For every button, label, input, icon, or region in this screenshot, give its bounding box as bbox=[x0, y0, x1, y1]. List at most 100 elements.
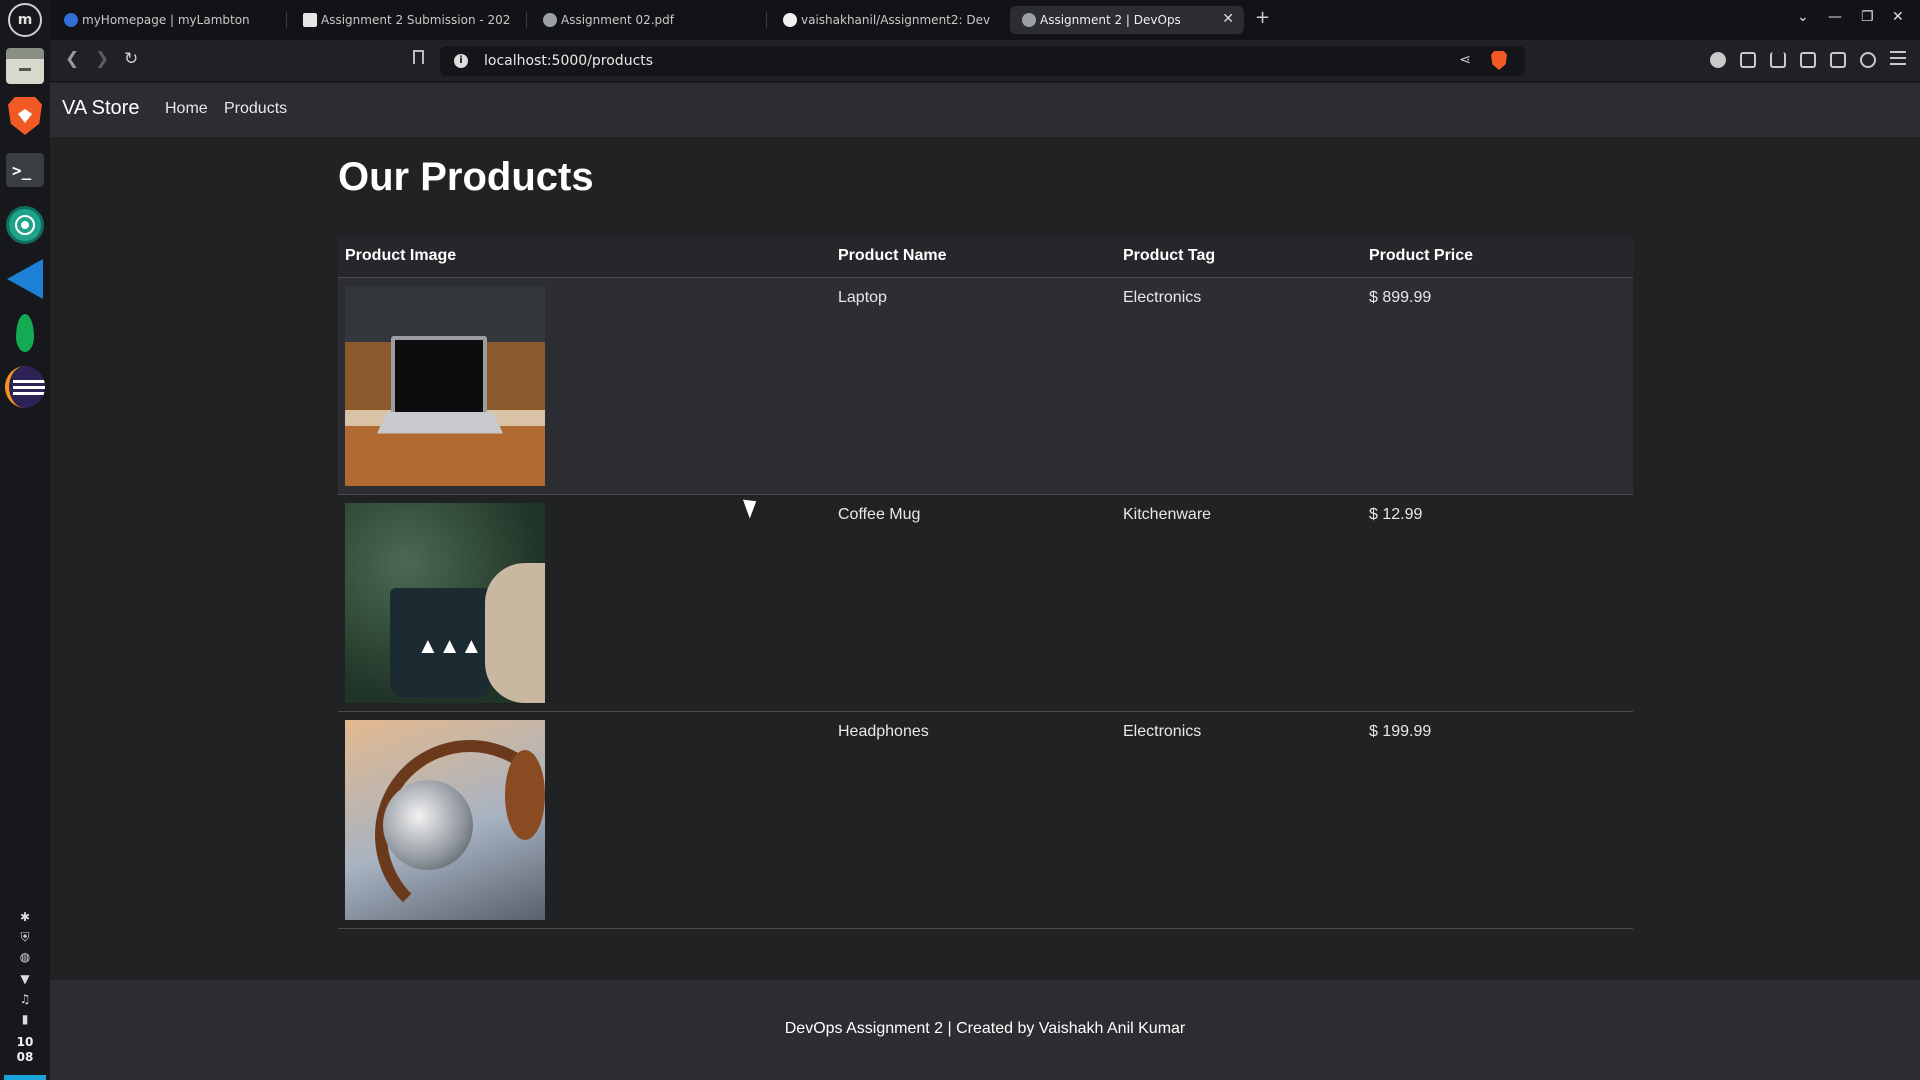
product-name: Laptop bbox=[831, 277, 1116, 495]
tab-separator bbox=[766, 12, 767, 28]
sidebar-icon[interactable] bbox=[1800, 52, 1816, 68]
tab-label: Assignment 2 | DevOps bbox=[1040, 13, 1181, 27]
table-row: ▲▲▲ Coffee Mug Kitchenware $ 12.99 bbox=[338, 494, 1633, 712]
tab-assignment-submission[interactable]: Assignment 2 Submission - 2024 bbox=[291, 6, 511, 34]
product-tag: Electronics bbox=[1116, 711, 1362, 929]
github-favicon-icon bbox=[783, 13, 797, 27]
coffee-mug-image: ▲▲▲ bbox=[345, 502, 545, 703]
tray-clock[interactable]: 10 08 bbox=[0, 1035, 50, 1065]
shield-tray-icon[interactable]: ⛨ bbox=[0, 930, 50, 945]
mint-menu-icon: m bbox=[8, 3, 42, 37]
aperture-launcher[interactable] bbox=[5, 205, 45, 245]
clock-minute: 08 bbox=[16, 1050, 34, 1064]
download-icon[interactable] bbox=[1770, 52, 1786, 68]
minimize-icon[interactable]: — bbox=[1828, 9, 1842, 25]
site-brand[interactable]: VA Store bbox=[62, 97, 139, 120]
mongodb-compass-icon bbox=[16, 314, 34, 352]
web-page: VA Store Home Products Our Products Prod… bbox=[50, 83, 1920, 1080]
table-row: Laptop Electronics $ 899.99 bbox=[338, 277, 1633, 495]
vpn-icon[interactable] bbox=[1710, 52, 1726, 68]
browser-tab-strip: myHomepage | myLambton Assignment 2 Subm… bbox=[50, 0, 1920, 40]
tab-label: Assignment 02.pdf bbox=[561, 13, 675, 27]
brave-shields-icon[interactable] bbox=[1491, 51, 1507, 70]
site-footer: DevOps Assignment 2 | Created by Vaishak… bbox=[50, 980, 1920, 1080]
mongodb-launcher[interactable] bbox=[5, 313, 45, 353]
tab-separator bbox=[286, 12, 287, 28]
tab-list-chevron-icon[interactable]: ⌄ bbox=[1797, 9, 1809, 25]
close-tab-icon[interactable]: ✕ bbox=[1222, 11, 1234, 27]
browser-toolbar: ❮ ❯ ↻ i localhost:5000/products ⋖ bbox=[50, 40, 1920, 82]
terminal-launcher[interactable]: >_ bbox=[5, 150, 45, 190]
clock-hour: 10 bbox=[16, 1035, 34, 1049]
product-name: Headphones bbox=[831, 711, 1116, 929]
share-icon[interactable]: ⋖ bbox=[1459, 52, 1471, 68]
product-image-cell bbox=[338, 277, 831, 495]
product-name: Coffee Mug bbox=[831, 494, 1116, 712]
column-header: Product Tag bbox=[1116, 236, 1362, 278]
column-header: Product Price bbox=[1362, 236, 1633, 278]
menu-icon[interactable] bbox=[1890, 51, 1906, 67]
terminal-icon: >_ bbox=[6, 153, 44, 187]
table-header-row: Product Image Product Name Product Tag P… bbox=[338, 236, 1633, 278]
dock-active-indicator bbox=[4, 1075, 46, 1080]
aperture-icon bbox=[6, 206, 44, 244]
eclipse-launcher[interactable] bbox=[5, 366, 45, 408]
product-image-cell bbox=[338, 711, 831, 929]
system-dock: m >_ ✱ ⛨ ◍ ▼ ♫ ▮ 10 08 bbox=[0, 0, 50, 1080]
tab-assignment-devops[interactable]: Assignment 2 | DevOps ✕ bbox=[1010, 6, 1244, 34]
vscode-launcher[interactable] bbox=[5, 259, 45, 299]
eclipse-icon bbox=[5, 366, 45, 408]
table-row: Headphones Electronics $ 199.99 bbox=[338, 711, 1633, 929]
wifi-icon[interactable]: ▼ bbox=[0, 972, 50, 986]
extensions-icon[interactable] bbox=[1740, 52, 1756, 68]
column-header: Product Image bbox=[338, 236, 831, 278]
vscode-icon bbox=[7, 259, 43, 299]
tab-github-repo[interactable]: vaishakhanil/Assignment2: Dev bbox=[771, 6, 996, 34]
back-icon[interactable]: ❮ bbox=[65, 49, 79, 69]
leo-ai-icon[interactable] bbox=[1860, 52, 1876, 68]
forward-icon[interactable]: ❯ bbox=[95, 49, 109, 69]
address-bar[interactable]: i localhost:5000/products ⋖ bbox=[440, 46, 1525, 76]
product-tag: Electronics bbox=[1116, 277, 1362, 495]
brave-launcher[interactable] bbox=[5, 96, 45, 136]
lambton-favicon-icon bbox=[64, 13, 78, 27]
tab-label: Assignment 2 Submission - 2024 bbox=[321, 13, 511, 27]
tab-myhomepage[interactable]: myHomepage | myLambton bbox=[52, 6, 282, 34]
files-launcher[interactable] bbox=[5, 46, 45, 86]
headphones-image bbox=[345, 719, 545, 920]
globe-favicon-icon bbox=[1022, 13, 1036, 27]
nav-products-link[interactable]: Products bbox=[224, 100, 287, 118]
d2l-favicon-icon bbox=[303, 13, 317, 27]
wallet-icon[interactable] bbox=[1830, 52, 1846, 68]
footer-text: DevOps Assignment 2 | Created by Vaishak… bbox=[784, 1020, 1186, 1037]
tab-label: myHomepage | myLambton bbox=[82, 13, 250, 27]
files-icon bbox=[6, 48, 44, 84]
column-header: Product Name bbox=[831, 236, 1116, 278]
close-window-icon[interactable]: ✕ bbox=[1892, 9, 1904, 25]
restore-icon[interactable]: ❐ bbox=[1861, 9, 1874, 25]
mint-menu-button[interactable]: m bbox=[0, 0, 50, 40]
tab-separator bbox=[526, 12, 527, 28]
product-price: $ 199.99 bbox=[1362, 711, 1633, 929]
url-text[interactable]: localhost:5000/products bbox=[484, 53, 653, 69]
product-price: $ 12.99 bbox=[1362, 494, 1633, 712]
globe-favicon-icon bbox=[543, 13, 557, 27]
bookmark-icon[interactable] bbox=[413, 50, 424, 64]
bluetooth-icon[interactable]: ✱ bbox=[0, 910, 50, 924]
nav-home-link[interactable]: Home bbox=[165, 100, 208, 118]
reload-icon[interactable]: ↻ bbox=[124, 49, 138, 69]
intel-tray-icon[interactable]: ◍ bbox=[0, 950, 50, 964]
product-tag: Kitchenware bbox=[1116, 494, 1362, 712]
page-title: Our Products bbox=[338, 155, 594, 199]
new-tab-button[interactable]: + bbox=[1255, 7, 1270, 28]
products-table: Product Image Product Name Product Tag P… bbox=[338, 236, 1633, 929]
product-image-cell: ▲▲▲ bbox=[338, 494, 831, 712]
laptop-image bbox=[345, 285, 545, 486]
brave-icon bbox=[8, 97, 42, 135]
tab-assignment-pdf[interactable]: Assignment 02.pdf bbox=[531, 6, 761, 34]
site-navbar: VA Store Home Products bbox=[50, 83, 1920, 137]
battery-icon[interactable]: ▮ bbox=[0, 1012, 50, 1026]
tab-label: vaishakhanil/Assignment2: Dev bbox=[801, 13, 991, 27]
site-info-icon[interactable]: i bbox=[454, 54, 468, 68]
audio-icon[interactable]: ♫ bbox=[0, 992, 50, 1006]
